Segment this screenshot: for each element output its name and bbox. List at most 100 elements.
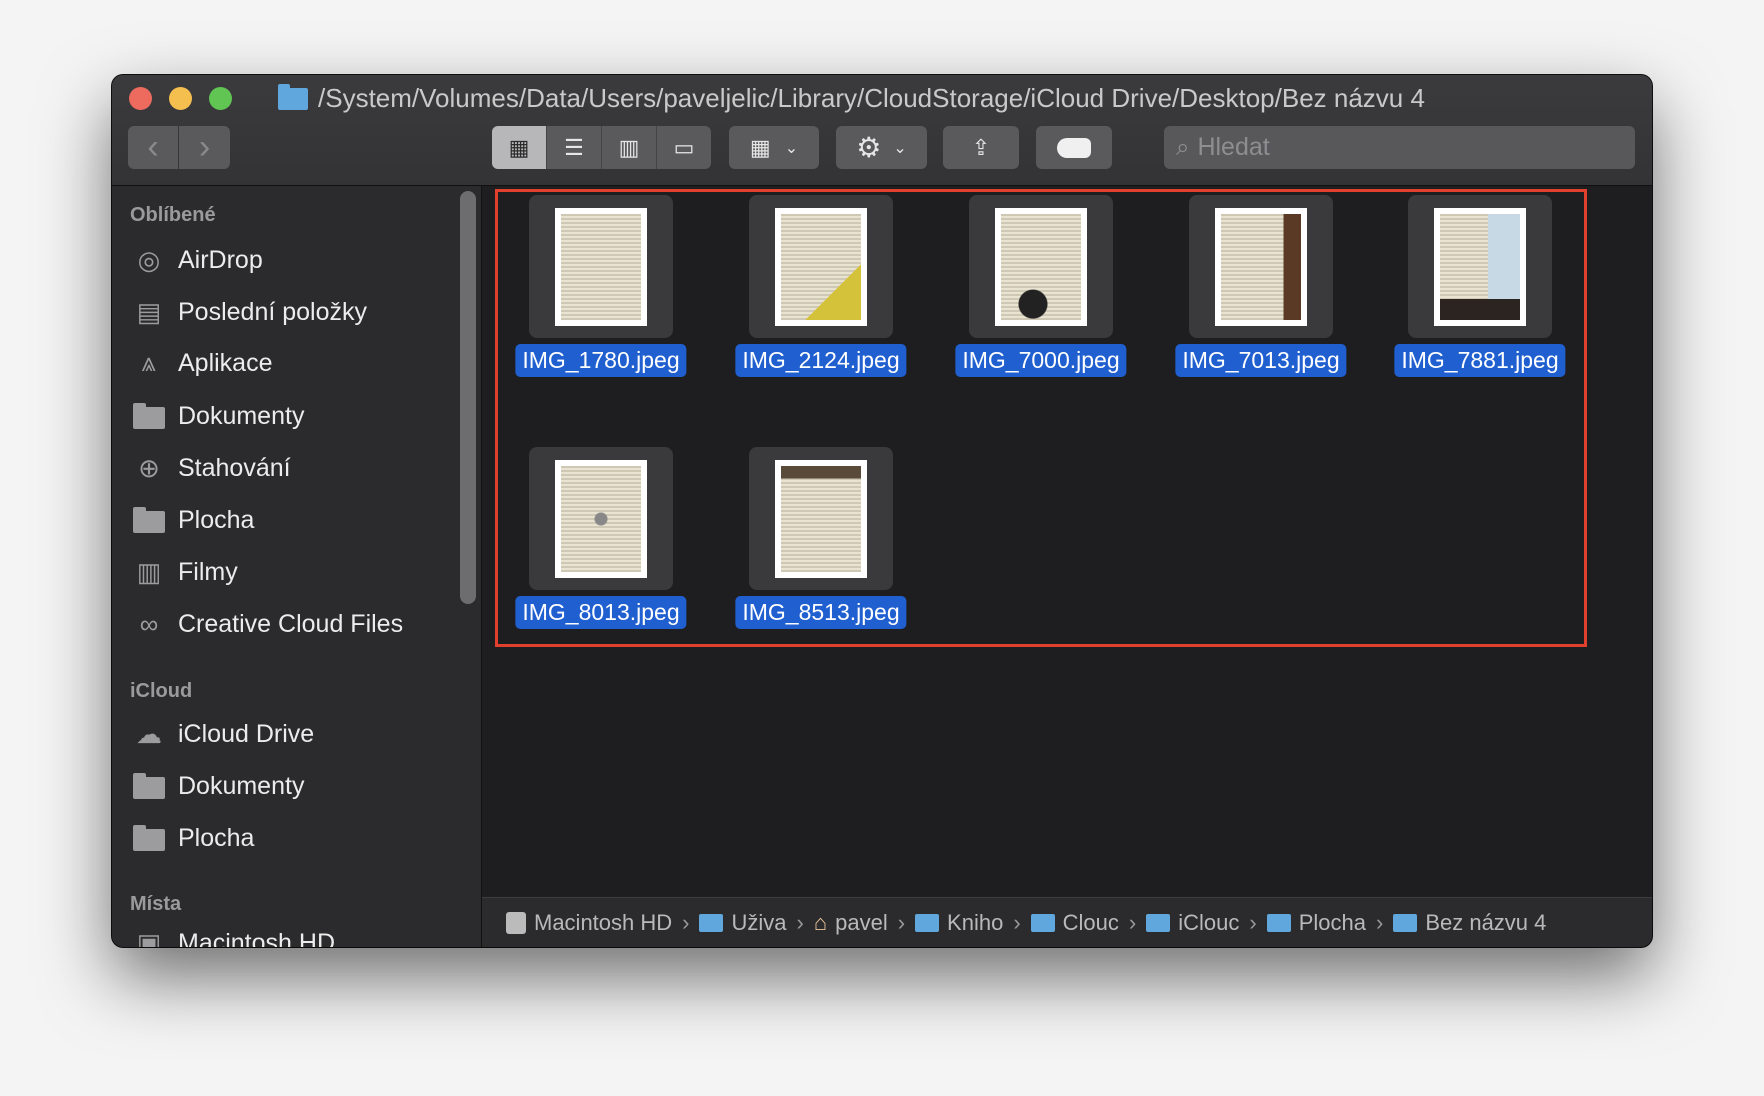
titlebar: /System/Volumes/Data/Users/paveljelic/Li…	[112, 75, 1652, 186]
sidebar-item-label: AirDrop	[178, 245, 263, 274]
path-segment[interactable]: Bez názvu 4	[1393, 910, 1546, 936]
image-thumbnail	[1434, 207, 1526, 326]
sidebar-item-desktop[interactable]: Plocha	[132, 500, 254, 540]
file-thumbnail	[969, 195, 1113, 338]
sidebar: Oblíbené ◎ AirDrop ▤ Poslední položky ⩓ Apl…	[112, 186, 482, 947]
path-segment[interactable]: ⌂ pavel	[814, 910, 888, 936]
sidebar-item-macintosh-hd[interactable]: ▣ Macintosh HD	[132, 923, 335, 948]
sidebar-item-documents[interactable]: Dokumenty	[132, 396, 304, 436]
list-view-button[interactable]: ☰	[547, 126, 602, 169]
sidebar-item-label: Creative Cloud Files	[178, 609, 404, 638]
tags-button[interactable]	[1036, 126, 1112, 169]
path-segment-label: Plocha	[1298, 909, 1366, 935]
gallery-view-button[interactable]: ▭	[657, 126, 711, 169]
image-thumbnail	[775, 207, 867, 326]
path-segment[interactable]: iClouc	[1146, 910, 1239, 936]
path-bar: Macintosh HD › Uživa › ⌂ pavel › Kniho › Clouc › iC…	[482, 897, 1652, 947]
chevron-right-icon: ›	[682, 909, 690, 935]
sidebar-item-label: Plocha	[178, 505, 255, 534]
file-thumbnail	[1189, 195, 1333, 338]
chevron-right-icon: ›	[1249, 909, 1257, 935]
sidebar-item-label: Aplikace	[178, 348, 273, 377]
path-segment-label: pavel	[835, 909, 888, 935]
file-name-label: IMG_8513.jpeg	[735, 596, 907, 629]
chevron-right-icon: ›	[796, 909, 804, 935]
path-segment[interactable]: Clouc	[1030, 910, 1119, 936]
downloads-icon: ⊕	[138, 452, 160, 483]
sidebar-item-movies[interactable]: ▥ Filmy	[132, 552, 238, 592]
group-icon: ▦	[749, 134, 771, 160]
sidebar-item-label: Plocha	[178, 823, 255, 852]
movies-icon: ▥	[136, 556, 162, 587]
path-segment[interactable]: Uživa	[699, 910, 787, 936]
window-title-text: /System/Volumes/Data/Users/paveljelic/Li…	[318, 83, 1425, 113]
file-item[interactable]: IMG_7013.jpeg	[1161, 195, 1361, 385]
folder-icon	[1393, 913, 1418, 932]
file-icon-view: IMG_1780.jpeg IMG_2124.jpeg IMG_7000.jpeg I…	[482, 186, 1652, 897]
file-item[interactable]: IMG_8013.jpeg	[501, 447, 701, 637]
path-segment[interactable]: Macintosh HD	[506, 910, 672, 936]
file-thumbnail	[529, 195, 673, 338]
sidebar-item-creative-cloud[interactable]: ∞ Creative Cloud Files	[132, 604, 403, 644]
airdrop-icon: ◎	[137, 244, 161, 275]
path-segment[interactable]: Plocha	[1266, 909, 1366, 936]
file-item[interactable]: IMG_2124.jpeg	[721, 195, 921, 385]
search-icon: ⌕	[1176, 133, 1190, 161]
forward-button[interactable]: ›	[179, 126, 230, 169]
sidebar-item-airdrop[interactable]: ◎ AirDrop	[132, 240, 263, 280]
sidebar-section-icloud: iCloud	[130, 680, 193, 702]
folder-icon	[278, 83, 308, 110]
image-thumbnail	[555, 207, 647, 326]
share-button[interactable]: ⇪	[943, 126, 1019, 169]
folder-icon	[133, 507, 165, 533]
chevron-right-icon: ›	[1013, 909, 1021, 935]
folder-icon	[133, 773, 165, 799]
sidebar-item-icloud-drive[interactable]: ☁ iCloud Drive	[132, 714, 314, 754]
share-icon: ⇪	[971, 134, 991, 160]
gear-icon: ⚙	[856, 132, 882, 163]
file-item[interactable]: IMG_7881.jpeg	[1380, 195, 1580, 385]
sidebar-item-applications[interactable]: ⩓ Aplikace	[132, 343, 273, 383]
file-thumbnail	[529, 447, 673, 590]
image-thumbnail	[1215, 207, 1307, 326]
zoom-button[interactable]	[209, 87, 232, 110]
sidebar-item-label: Macintosh HD	[178, 928, 335, 948]
sidebar-item-label: Dokumenty	[178, 771, 305, 800]
folder-icon	[133, 825, 165, 851]
chevron-down-icon: ⌄	[893, 139, 907, 157]
action-button[interactable]: ⚙ ⌄	[836, 126, 927, 169]
file-thumbnail	[749, 195, 893, 338]
cloud-icon: ☁	[136, 718, 162, 749]
icon-view-button[interactable]: ▦	[492, 126, 547, 169]
file-name-label: IMG_7000.jpeg	[955, 344, 1127, 377]
home-icon: ⌂	[813, 909, 828, 935]
file-name-label: IMG_8013.jpeg	[515, 596, 687, 629]
sidebar-item-downloads[interactable]: ⊕ Stahování	[132, 448, 291, 488]
file-item[interactable]: IMG_7000.jpeg	[941, 195, 1141, 385]
file-name-label: IMG_1780.jpeg	[515, 344, 687, 377]
back-button[interactable]: ‹	[128, 126, 178, 169]
sidebar-item-recents[interactable]: ▤ Poslední položky	[132, 292, 367, 332]
file-item[interactable]: IMG_1780.jpeg	[501, 195, 701, 385]
file-item[interactable]: IMG_8513.jpeg	[721, 447, 921, 637]
sidebar-item-label: Stahování	[178, 453, 291, 482]
path-segment-label: Bez názvu 4	[1425, 909, 1547, 935]
chevron-right-icon: ›	[1375, 909, 1384, 935]
sidebar-item-icloud-desktop[interactable]: Plocha	[132, 818, 254, 858]
finder-window: /System/Volumes/Data/Users/paveljelic/Li…	[112, 75, 1652, 947]
minimize-button[interactable]	[169, 87, 192, 110]
applications-icon: ⩓	[141, 347, 157, 377]
path-segment-label: Macintosh HD	[534, 909, 673, 935]
search-field[interactable]: ⌕ Hledat	[1164, 126, 1635, 169]
folder-icon	[133, 403, 165, 429]
folder-icon	[1266, 913, 1291, 932]
sidebar-scrollbar[interactable]	[460, 191, 476, 604]
path-segment[interactable]: Kniho	[915, 910, 1003, 936]
sidebar-item-icloud-documents[interactable]: Dokumenty	[132, 766, 304, 806]
group-by-button[interactable]: ▦ ⌄	[729, 126, 819, 169]
column-view-button[interactable]: ▥	[602, 126, 657, 169]
close-button[interactable]	[129, 87, 152, 110]
image-thumbnail	[555, 459, 647, 578]
image-thumbnail	[775, 459, 867, 578]
sidebar-section-favorites: Oblíbené	[130, 204, 216, 226]
